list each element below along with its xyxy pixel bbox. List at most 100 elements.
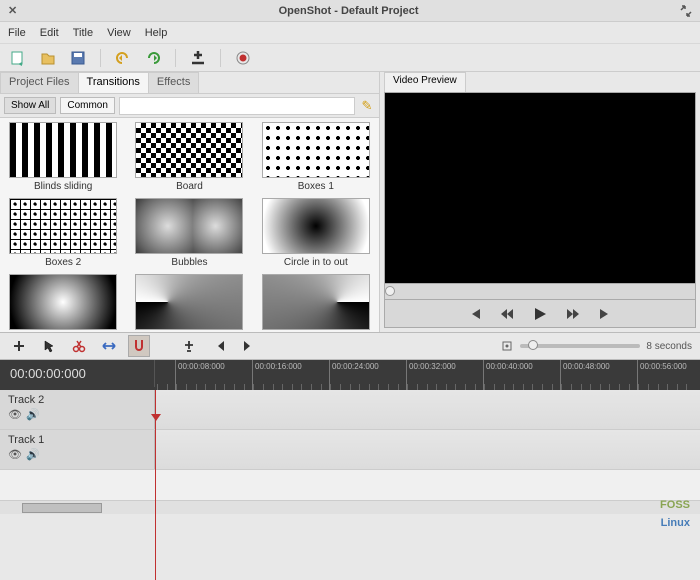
preview-position-slider[interactable] <box>384 284 696 300</box>
titlebar: ✕ OpenShot - Default Project <box>0 0 700 22</box>
zoom-slider-handle[interactable] <box>528 340 538 350</box>
transition-label: Blinds sliding <box>34 181 92 192</box>
transition-label: Circle in to out <box>284 257 348 268</box>
preview-controls <box>384 300 696 328</box>
transition-item[interactable]: Bubbles <box>130 198 248 268</box>
transitions-grid: Blinds sliding Board Boxes 1 Boxes 2 Bubbles… <box>0 118 379 332</box>
snapping-button[interactable] <box>128 335 150 357</box>
ruler-tick: 00:00:16:000 <box>252 360 302 390</box>
separator <box>175 49 176 67</box>
ruler-tick: 00:00:40:000 <box>483 360 533 390</box>
previous-marker-button[interactable] <box>208 335 230 357</box>
resize-tool-button[interactable] <box>98 335 120 357</box>
clear-search-icon[interactable]: ✎ <box>359 98 375 114</box>
transition-thumbnail <box>9 198 117 254</box>
next-marker-button[interactable] <box>238 335 260 357</box>
main-toolbar <box>0 44 700 72</box>
center-playhead-button[interactable] <box>500 339 514 353</box>
zoom-slider[interactable] <box>520 344 640 348</box>
add-track-button[interactable] <box>8 335 30 357</box>
play-icon[interactable] <box>532 306 548 322</box>
menu-view[interactable]: View <box>107 27 131 39</box>
save-project-button[interactable] <box>68 48 88 68</box>
filter-show-all-button[interactable]: Show All <box>4 97 56 114</box>
transition-item[interactable]: Clock right to left <box>257 274 375 332</box>
transition-label: Boxes 2 <box>45 257 81 268</box>
watermark-line1: FOSS <box>660 496 690 514</box>
redo-button[interactable] <box>143 48 163 68</box>
track-icons: 👁🔊 <box>8 408 146 421</box>
jump-start-icon[interactable] <box>468 307 482 321</box>
zoom-label: 8 seconds <box>646 341 692 352</box>
maximize-icon[interactable] <box>680 5 692 17</box>
transition-item[interactable]: Boxes 1 <box>257 122 375 192</box>
playhead[interactable] <box>155 390 156 580</box>
transition-item[interactable]: Circle in to out <box>257 198 375 268</box>
transition-thumbnail <box>135 198 243 254</box>
ruler-ticks[interactable]: 00:00:08:000 00:00:16:000 00:00:24:000 00:0… <box>155 360 700 390</box>
window-title: OpenShot - Default Project <box>17 5 680 17</box>
tab-video-preview[interactable]: Video Preview <box>384 72 466 92</box>
track-body[interactable] <box>155 430 700 469</box>
tab-effects[interactable]: Effects <box>148 72 199 93</box>
timeline-scrollbar[interactable] <box>0 500 700 514</box>
preview-panel: Video Preview <box>380 72 700 332</box>
razor-tool-button[interactable] <box>68 335 90 357</box>
new-project-button[interactable] <box>8 48 28 68</box>
filter-search-input[interactable] <box>119 97 355 115</box>
open-project-button[interactable] <box>38 48 58 68</box>
jump-end-icon[interactable] <box>598 307 612 321</box>
transition-item[interactable]: Blinds sliding <box>4 122 122 192</box>
filter-common-button[interactable]: Common <box>60 97 115 114</box>
eye-icon[interactable]: 👁 <box>8 448 22 461</box>
pointer-tool-button[interactable] <box>38 335 60 357</box>
track-header[interactable]: Track 1👁🔊 <box>0 430 155 469</box>
speaker-icon[interactable]: 🔊 <box>26 448 40 461</box>
record-button[interactable] <box>233 48 253 68</box>
scrollbar-thumb[interactable] <box>22 503 102 513</box>
rewind-icon[interactable] <box>500 307 514 321</box>
tracks-empty-area <box>0 470 700 500</box>
transition-thumbnail <box>262 198 370 254</box>
timeline-ruler[interactable]: 00:00:00:000 00:00:08:00000:00:16:00000:… <box>0 360 700 390</box>
track-icons: 👁🔊 <box>8 448 146 461</box>
track-name: Track 1 <box>8 434 146 446</box>
menu-edit[interactable]: Edit <box>40 27 59 39</box>
menubar: File Edit Title View Help <box>0 22 700 44</box>
menu-title[interactable]: Title <box>73 27 93 39</box>
menu-file[interactable]: File <box>8 27 26 39</box>
preview-tabs: Video Preview <box>384 72 696 92</box>
ruler-tick: 00:00:56:000 <box>637 360 687 390</box>
watermark: FOSS Linux <box>660 496 690 532</box>
transition-item[interactable]: Clock left to right <box>130 274 248 332</box>
import-button[interactable] <box>188 48 208 68</box>
track-body[interactable] <box>155 390 700 429</box>
separator <box>100 49 101 67</box>
transition-thumbnail <box>9 274 117 330</box>
track-header[interactable]: Track 2👁🔊 <box>0 390 155 429</box>
tab-transitions[interactable]: Transitions <box>78 72 149 93</box>
fast-forward-icon[interactable] <box>566 307 580 321</box>
transition-item[interactable]: Boxes 2 <box>4 198 122 268</box>
transition-thumbnail <box>135 122 243 178</box>
main-area: Project Files Transitions Effects Show A… <box>0 72 700 332</box>
menu-help[interactable]: Help <box>145 27 168 39</box>
track-row: Track 2👁🔊 <box>0 390 700 430</box>
timeline-toolbar: 8 seconds <box>0 332 700 360</box>
transition-label: Boxes 1 <box>298 181 334 192</box>
transition-item[interactable]: Board <box>130 122 248 192</box>
ruler-tick: 00:00:08:000 <box>175 360 225 390</box>
transition-item[interactable]: Circle out to in <box>4 274 122 332</box>
tab-project-files[interactable]: Project Files <box>0 72 79 93</box>
watermark-line2: Linux <box>660 514 690 532</box>
ruler-tick: 00:00:24:000 <box>329 360 379 390</box>
transition-thumbnail <box>262 274 370 330</box>
preview-position-handle[interactable] <box>385 286 395 296</box>
add-marker-button[interactable] <box>178 335 200 357</box>
ruler-tick: 00:00:32:000 <box>406 360 456 390</box>
eye-icon[interactable]: 👁 <box>8 408 22 421</box>
close-icon[interactable]: ✕ <box>8 4 17 17</box>
undo-button[interactable] <box>113 48 133 68</box>
tracks-area: Track 2👁🔊Track 1👁🔊 <box>0 390 700 500</box>
speaker-icon[interactable]: 🔊 <box>26 408 40 421</box>
